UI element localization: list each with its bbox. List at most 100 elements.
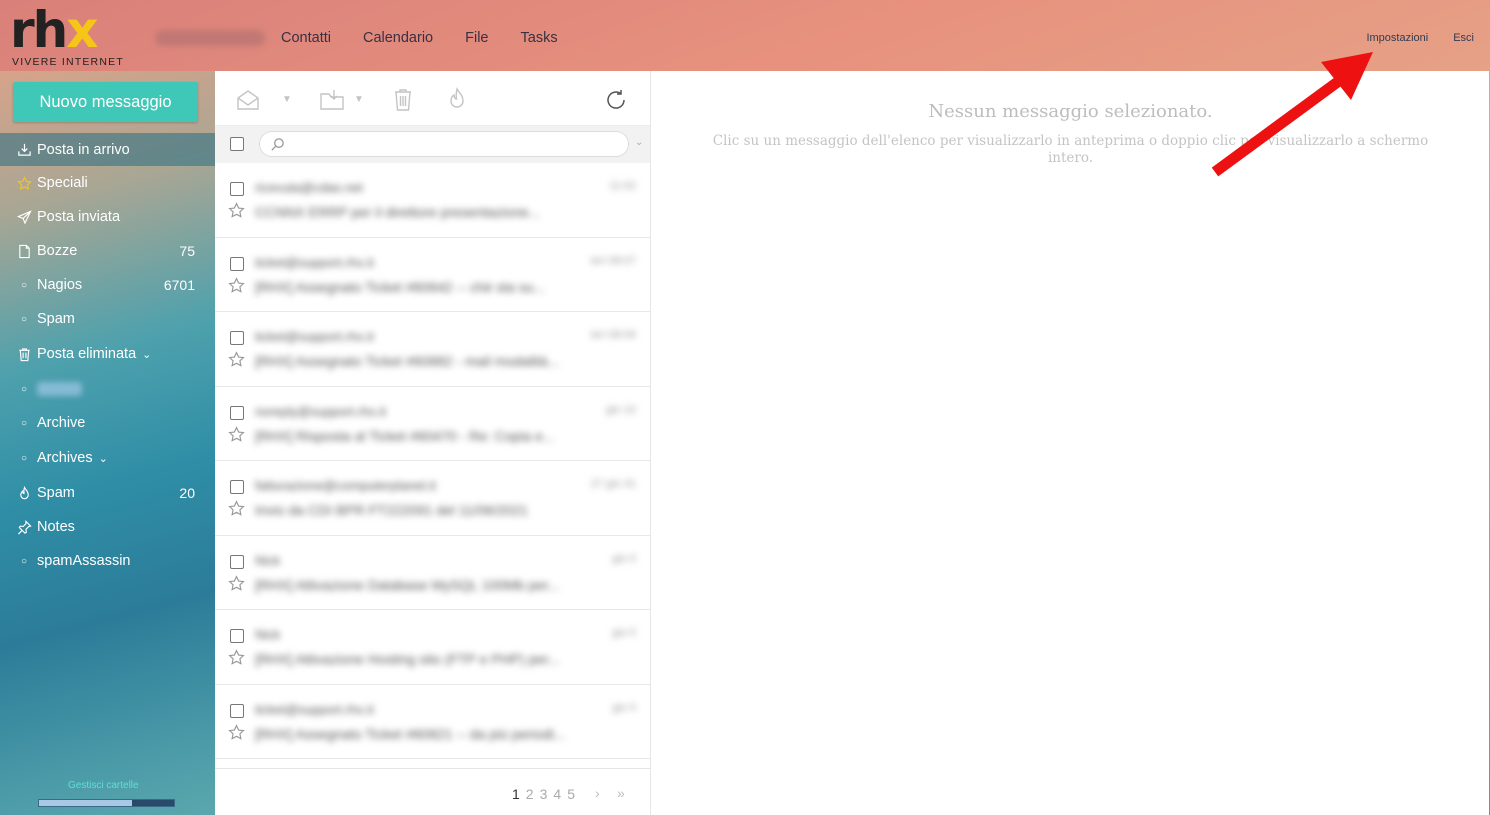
logout-link[interactable]: Esci: [1453, 32, 1474, 44]
chevron-down-icon[interactable]: ▼: [354, 94, 364, 105]
folder-drafts[interactable]: Bozze 75: [0, 234, 215, 268]
message-date: gio 5: [612, 552, 636, 565]
logo-left: rh: [10, 1, 68, 59]
nav-contatti[interactable]: Contatti: [281, 30, 331, 46]
message-row[interactable]: Nick gio 5 [RHX] Attivazione Database My…: [215, 536, 650, 610]
folder-notes[interactable]: Notes: [0, 510, 215, 544]
search-input[interactable]: [259, 131, 629, 157]
star-icon: [16, 175, 32, 191]
fire-icon: [16, 485, 32, 501]
nav-tasks[interactable]: Tasks: [521, 30, 558, 46]
folder-count: 20: [179, 485, 195, 501]
folder-label: Posta in arrivo: [37, 141, 130, 158]
folder-spamassassin[interactable]: ○ spamAssassin: [0, 544, 215, 578]
message-from: fatturazione@computerplanet.it: [255, 478, 436, 493]
message-row[interactable]: Nick gio 5 [RHX] Attivazione Hosting sit…: [215, 610, 650, 685]
row-checkbox[interactable]: [230, 256, 244, 271]
folder-speciali[interactable]: Speciali: [0, 166, 215, 200]
folder-count: 75: [179, 243, 195, 259]
last-page-icon[interactable]: »: [617, 785, 625, 801]
folder-nagios[interactable]: ○ Nagios 6701: [0, 268, 215, 302]
message-list-pane: ▼ ▼ ⌄ ricevuta@cdas.net 11:02 CCNNX ERRP…: [215, 71, 650, 815]
folder-label: Bozze: [37, 243, 78, 259]
row-checkbox[interactable]: [230, 182, 244, 196]
star-icon[interactable]: [228, 723, 245, 741]
chevron-down-icon[interactable]: ⌄: [99, 452, 108, 465]
folder-label: Speciali: [37, 175, 88, 191]
row-checkbox[interactable]: [230, 331, 244, 345]
row-checkbox[interactable]: [230, 629, 244, 643]
star-icon[interactable]: [228, 649, 245, 666]
message-row[interactable]: noreply@support.rhx.it gio 10 [RHX] Risp…: [215, 387, 650, 461]
message-row[interactable]: ticket@support.rhx.it ieri 08:07 [RHX] A…: [215, 238, 650, 312]
message-date: 27 gio 31: [590, 478, 636, 490]
page-2[interactable]: 2: [526, 786, 534, 802]
star-icon[interactable]: [228, 351, 245, 368]
message-subject: [RHX] Attivazione Database MySQL 100Mb p…: [255, 576, 560, 593]
message-date: ieri 08:07: [590, 254, 636, 267]
pagination: 1 2 3 4 5 › »: [215, 768, 650, 815]
folder-archives[interactable]: ○ Archives ⌄: [0, 440, 215, 476]
star-icon[interactable]: [228, 574, 245, 592]
folder-spam[interactable]: Spam 20: [0, 476, 215, 510]
row-checkbox[interactable]: [230, 703, 244, 718]
select-all-checkbox[interactable]: [230, 137, 244, 151]
message-from: ticket@support.rhx.it: [255, 701, 374, 717]
message-subject: Invio da CDI BPR FT222091 del 11/06/2021: [255, 502, 528, 518]
folder-sent[interactable]: Posta inviata: [0, 200, 215, 234]
folder-trash[interactable]: Posta eliminata ⌄: [0, 336, 215, 372]
mark-read-icon[interactable]: [235, 87, 261, 113]
folder-dot-icon: ○: [20, 555, 28, 567]
refresh-icon[interactable]: [603, 87, 629, 113]
logo-right: x: [66, 1, 98, 59]
page-4[interactable]: 4: [553, 786, 561, 802]
row-checkbox[interactable]: [230, 554, 244, 569]
nav-file[interactable]: File: [465, 30, 488, 46]
folder-list: Posta in arrivo Speciali Posta inviata B…: [0, 133, 215, 578]
folder-label: Posta eliminata: [37, 346, 137, 362]
folder-label: spamAssassin: [37, 553, 131, 569]
message-subject: [RHX] Attivazione Hosting sito (FTP e PH…: [255, 651, 560, 667]
message-row[interactable]: ticket@support.rhx.it ieri 08:06 [RHX] A…: [215, 312, 650, 387]
compose-button[interactable]: Nuovo messaggio: [13, 82, 198, 122]
chevron-down-icon[interactable]: ⌄: [635, 137, 643, 148]
star-icon[interactable]: [228, 425, 245, 443]
manage-folders-link[interactable]: Gestisci cartelle: [68, 780, 139, 791]
folder-blurred[interactable]: ○: [0, 372, 215, 406]
fire-icon[interactable]: [444, 86, 470, 113]
folder-label: Archives: [37, 450, 93, 466]
message-row[interactable]: fatturazione@computerplanet.it 27 gio 31…: [215, 461, 650, 536]
pin-icon: [16, 519, 32, 535]
message-date: ieri 08:06: [590, 329, 636, 341]
page-5[interactable]: 5: [567, 786, 575, 802]
page-3[interactable]: 3: [540, 786, 548, 802]
star-icon[interactable]: [228, 500, 245, 517]
row-checkbox[interactable]: [230, 405, 244, 420]
rhx-logo[interactable]: rhx VIVERE INTERNET: [10, 5, 140, 68]
folder-count: 6701: [163, 277, 195, 293]
chevron-down-icon[interactable]: ⌄: [142, 348, 151, 361]
username-blurred: [155, 30, 265, 46]
blurred-folder-name: [37, 382, 82, 396]
message-row[interactable]: ticket@support.rhx.it gio 5 [RHX] Assegn…: [215, 685, 650, 759]
trash-icon[interactable]: [390, 87, 416, 113]
inbox-icon: [16, 142, 32, 158]
page-numbers: 1 2 3 4 5: [512, 786, 575, 802]
message-row[interactable]: ricevuta@cdas.net 11:02 CCNNX ERRP per i…: [215, 163, 650, 238]
move-icon[interactable]: [319, 87, 345, 113]
folder-inbox[interactable]: Posta in arrivo: [0, 133, 215, 166]
star-icon[interactable]: [228, 276, 245, 294]
chevron-down-icon[interactable]: ▼: [282, 94, 292, 105]
folder-dot-icon: ○: [20, 279, 28, 291]
message-from: ticket@support.rhx.it: [255, 329, 374, 344]
star-icon[interactable]: [228, 202, 245, 219]
nav-calendario[interactable]: Calendario: [363, 30, 433, 46]
folder-label: Posta inviata: [37, 209, 121, 225]
next-page-icon[interactable]: ›: [595, 785, 600, 801]
row-checkbox[interactable]: [230, 480, 244, 494]
folder-spam-sub[interactable]: ○ Spam: [0, 302, 215, 336]
page-1[interactable]: 1: [512, 786, 520, 802]
search-icon: [270, 137, 285, 152]
folder-archive[interactable]: ○ Archive: [0, 406, 215, 440]
message-date: gio 5: [612, 701, 636, 714]
